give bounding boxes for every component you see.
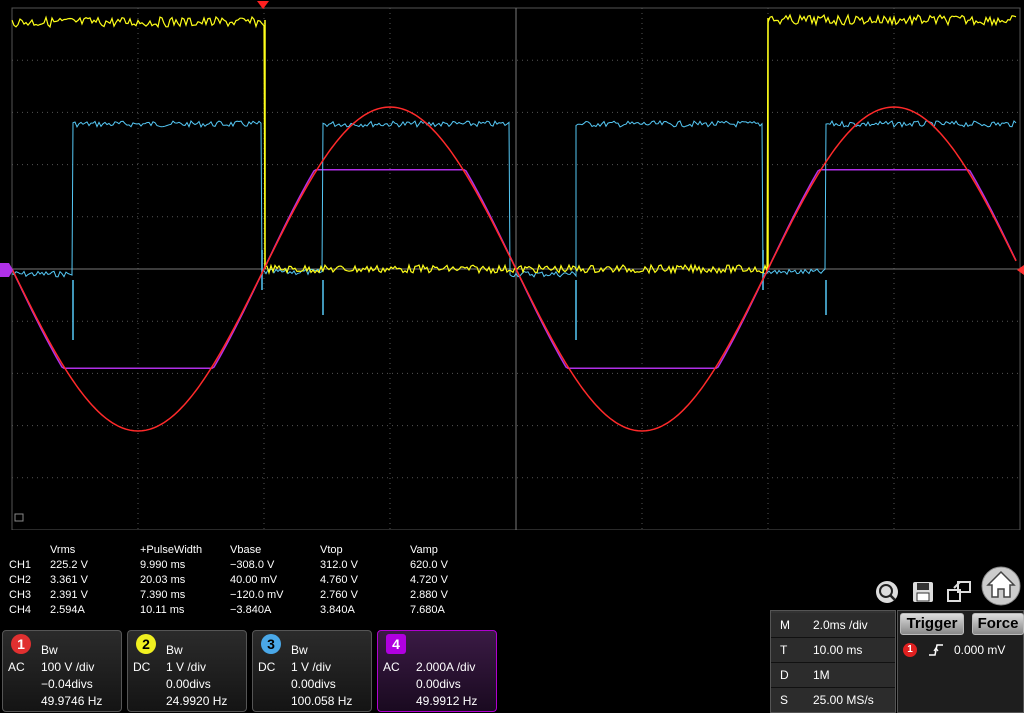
meas-row-ch1: CH1 225.2 V 9.990 ms −308.0 V 312.0 V 62… bbox=[0, 559, 520, 574]
meas-cell: 9.990 ms bbox=[140, 559, 186, 571]
force-trigger-button[interactable]: Force bbox=[972, 613, 1024, 635]
coupling-label: DC bbox=[258, 660, 276, 674]
meas-header-vamp: Vamp bbox=[410, 544, 438, 556]
meas-cell: 2.760 V bbox=[320, 589, 358, 601]
timebase-row[interactable]: M 2.0ms /div bbox=[771, 613, 895, 638]
search-zoom-icon[interactable] bbox=[872, 578, 902, 606]
export-icon[interactable] bbox=[944, 578, 974, 606]
meas-header-vbase: Vbase bbox=[230, 544, 262, 556]
trigger-button[interactable]: Trigger bbox=[900, 613, 964, 635]
meas-cell: 225.2 V bbox=[50, 559, 88, 571]
meas-cell: 3.840A bbox=[320, 604, 355, 616]
frequency-value: 100.058 Hz bbox=[291, 694, 353, 708]
bandwidth-limit-label: Bw bbox=[41, 643, 58, 657]
channel-4-badge: 4 bbox=[386, 634, 406, 654]
frequency-value: 24.9920 Hz bbox=[166, 694, 228, 708]
channel-3-badge: 3 bbox=[261, 634, 281, 654]
meas-row-ch3: CH3 2.391 V 7.390 ms −120.0 mV 2.760 V 2… bbox=[0, 589, 520, 604]
meas-cell: 7.680A bbox=[410, 604, 445, 616]
channel-3-box[interactable]: 3 Bw DC 1 V /div 0.00divs 100.058 Hz bbox=[252, 630, 372, 712]
meas-cell: 7.390 ms bbox=[140, 589, 186, 601]
channel-1-badge: 1 bbox=[11, 634, 31, 654]
channel-1-box[interactable]: 1 Bw AC 100 V /div −0.04divs 49.9746 Hz bbox=[2, 630, 122, 712]
channel-2-box[interactable]: 2 Bw DC 1 V /div 0.00divs 24.9920 Hz bbox=[127, 630, 247, 712]
meas-row-label: CH4 bbox=[9, 604, 32, 616]
memory-depth-label: D bbox=[780, 668, 789, 682]
meas-cell: 620.0 V bbox=[410, 559, 448, 571]
timebase-label: M bbox=[780, 618, 790, 632]
meas-cell: 312.0 V bbox=[320, 559, 358, 571]
meas-row-label: CH1 bbox=[9, 559, 32, 571]
coupling-label: AC bbox=[8, 660, 25, 674]
trigger-delay-label: T bbox=[780, 643, 788, 657]
trigger-delay-row[interactable]: T 10.00 ms bbox=[771, 638, 895, 663]
meas-cell: 4.760 V bbox=[320, 574, 358, 586]
meas-cell: 2.594A bbox=[50, 604, 85, 616]
channel-2-badge: 2 bbox=[136, 634, 156, 654]
meas-row-label: CH2 bbox=[9, 574, 32, 586]
volts-per-div: 1 V /div bbox=[166, 660, 207, 674]
ch4-ground-marker[interactable] bbox=[0, 263, 13, 277]
meas-cell: 3.361 V bbox=[50, 574, 88, 586]
volts-per-div: 100 V /div bbox=[41, 660, 95, 674]
trigger-level-value: 0.000 mV bbox=[954, 643, 1006, 657]
frequency-value: 49.9912 Hz bbox=[416, 694, 478, 708]
meas-cell: −308.0 V bbox=[230, 559, 275, 571]
meas-cell: 40.00 mV bbox=[230, 574, 278, 586]
offset-value: 0.00divs bbox=[166, 677, 211, 691]
meas-cell: −3.840A bbox=[230, 604, 272, 616]
timebase-value: 2.0ms /div bbox=[813, 618, 868, 632]
sample-rate-row[interactable]: S 25.00 MS/s bbox=[771, 688, 895, 712]
meas-header-pulsewidth: +PulseWidth bbox=[140, 544, 203, 556]
meas-cell: 2.880 V bbox=[410, 589, 448, 601]
meas-cell: 10.11 ms bbox=[140, 604, 185, 616]
memory-depth-row[interactable]: D 1M bbox=[771, 663, 895, 688]
volts-per-div: 1 V /div bbox=[291, 660, 332, 674]
offset-value: −0.04divs bbox=[41, 677, 93, 691]
bandwidth-limit-label: Bw bbox=[166, 643, 183, 657]
sample-rate-label: S bbox=[780, 693, 789, 707]
zoom-corner-icon[interactable] bbox=[14, 513, 24, 522]
meas-header-vtop: Vtop bbox=[320, 544, 343, 556]
meas-cell: 2.391 V bbox=[50, 589, 88, 601]
memory-depth-value: 1M bbox=[813, 668, 830, 682]
trigger-panel[interactable]: Trigger Force 1 0.000 mV bbox=[897, 610, 1024, 713]
offset-value: 0.00divs bbox=[291, 677, 336, 691]
save-icon[interactable] bbox=[908, 578, 938, 606]
trigger-delay-value: 10.00 ms bbox=[813, 643, 863, 657]
ch2-trace bbox=[11, 13, 1017, 275]
offset-value: 0.00divs bbox=[416, 677, 461, 691]
meas-row-label: CH3 bbox=[9, 589, 32, 601]
bandwidth-limit-label: Bw bbox=[291, 643, 308, 657]
meas-cell: 20.03 ms bbox=[140, 574, 186, 586]
frequency-value: 49.9746 Hz bbox=[41, 694, 103, 708]
sample-rate-value: 25.00 MS/s bbox=[813, 693, 874, 707]
meas-cell: 4.720 V bbox=[410, 574, 448, 586]
meas-row-ch4: CH4 2.594A 10.11 ms −3.840A 3.840A 7.680… bbox=[0, 604, 520, 619]
channel-4-box[interactable]: 4 AC 2.000A /div 0.00divs 49.9912 Hz bbox=[377, 630, 497, 712]
measurements-table: Vrms +PulseWidth Vbase Vtop Vamp CH1 225… bbox=[0, 544, 520, 620]
horizontal-settings-panel[interactable]: M 2.0ms /div T 10.00 ms D 1M S 25.00 MS/… bbox=[770, 610, 896, 713]
waveform-display[interactable] bbox=[0, 0, 1024, 530]
amps-per-div: 2.000A /div bbox=[416, 660, 476, 674]
meas-header-vrms: Vrms bbox=[50, 544, 76, 556]
trigger-source-badge: 1 bbox=[903, 643, 917, 657]
home-icon[interactable] bbox=[980, 566, 1022, 606]
rising-edge-icon bbox=[929, 644, 943, 656]
coupling-label: DC bbox=[133, 660, 151, 674]
coupling-label: AC bbox=[383, 660, 400, 674]
meas-row-ch2: CH2 3.361 V 20.03 ms 40.00 mV 4.760 V 4.… bbox=[0, 574, 520, 589]
ch3-trace bbox=[11, 120, 1017, 278]
meas-cell: −120.0 mV bbox=[230, 589, 284, 601]
